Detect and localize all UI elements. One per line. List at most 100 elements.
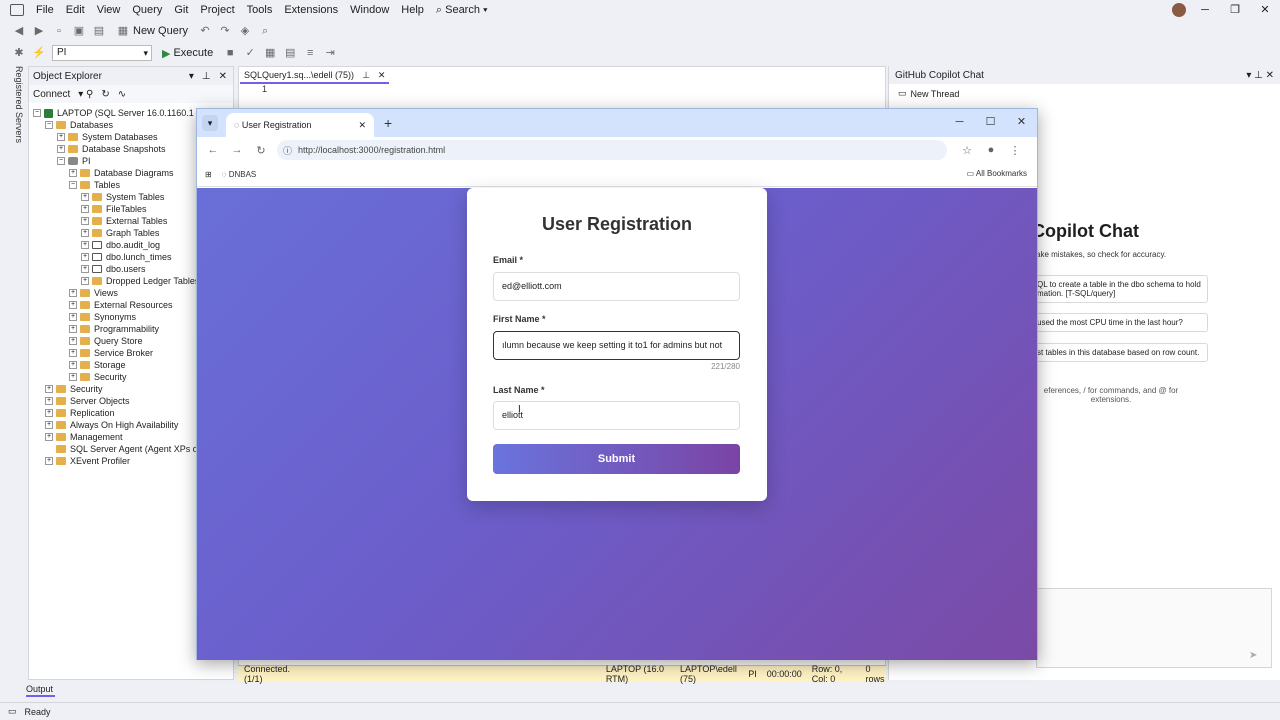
tree-node[interactable]: + Programmability — [69, 323, 159, 335]
expand-icon[interactable]: + — [45, 433, 53, 441]
browser-minimize-icon[interactable]: ─ — [944, 109, 975, 137]
close-tab-icon[interactable]: ✕ — [358, 120, 366, 131]
tree-node[interactable]: + Security — [69, 371, 127, 383]
address-bar[interactable]: ⓘ http://localhost:3000/registration.htm… — [277, 140, 947, 160]
execute-button[interactable]: ▶ Execute — [158, 47, 217, 60]
menu-tools[interactable]: Tools — [241, 0, 279, 20]
expand-icon[interactable]: + — [69, 289, 77, 297]
collapse-icon[interactable]: − — [45, 121, 53, 129]
collapse-icon[interactable]: − — [57, 157, 65, 165]
menu-window[interactable]: Window — [344, 0, 395, 20]
tree-node[interactable]: + External Resources — [69, 299, 173, 311]
menu-project[interactable]: Project — [194, 0, 240, 20]
plan-icon[interactable]: ▦ — [263, 46, 277, 60]
results-grid-icon[interactable]: ▤ — [283, 46, 297, 60]
expand-icon[interactable]: + — [81, 217, 89, 225]
tree-node[interactable]: − Databases — [45, 119, 113, 131]
suggestion-1[interactable]: QL to create a table in the dbo schema t… — [1030, 275, 1208, 303]
tree-node[interactable]: + Always On High Availability — [45, 419, 178, 431]
pin-icon[interactable]: ✱ — [12, 46, 26, 60]
site-info-icon[interactable]: ⓘ — [283, 144, 292, 157]
minimize-icon[interactable]: ─ — [1190, 0, 1220, 20]
submit-button[interactable]: Submit — [493, 444, 740, 474]
output-tab[interactable]: Output — [26, 684, 56, 697]
expand-icon[interactable]: + — [45, 397, 53, 405]
all-bookmarks[interactable]: ▭ All Bookmarks — [967, 169, 1027, 178]
find-icon[interactable]: ⌕ — [258, 24, 272, 38]
expand-icon[interactable]: + — [69, 337, 77, 345]
restore-icon[interactable]: ❐ — [1220, 0, 1250, 20]
menu-search[interactable]: ⌕ Search ▾ — [430, 0, 494, 20]
menu-view[interactable]: View — [91, 0, 127, 20]
expand-icon[interactable]: + — [81, 205, 89, 213]
stop-icon[interactable]: ■ — [223, 46, 237, 60]
expand-icon[interactable]: + — [81, 229, 89, 237]
tree-node[interactable]: + Graph Tables — [81, 227, 159, 239]
new-thread-button[interactable]: ▭ New Thread — [898, 88, 959, 99]
forward-icon[interactable]: ▶ — [32, 24, 46, 38]
menu-help[interactable]: Help — [395, 0, 430, 20]
tree-node[interactable]: + System Tables — [81, 191, 164, 203]
tree-node[interactable]: − PI — [57, 155, 91, 167]
back-icon[interactable]: ◀ — [12, 24, 26, 38]
tree-node[interactable]: + System Databases — [57, 131, 158, 143]
connect-button[interactable]: Connect — [33, 89, 70, 100]
expand-icon[interactable]: + — [69, 325, 77, 333]
suggestion-3[interactable]: st tables in this database based on row … — [1030, 343, 1208, 362]
tree-node[interactable]: + Database Snapshots — [57, 143, 166, 155]
expand-icon[interactable]: + — [45, 457, 53, 465]
save-icon[interactable]: ▣ — [72, 24, 86, 38]
bookmark-dnbas[interactable]: ◌ DNBAS — [222, 170, 257, 179]
comment-icon[interactable]: ≡ — [303, 46, 317, 60]
tree-node[interactable]: + Server Objects — [45, 395, 130, 407]
copilot-chat-input[interactable] — [1036, 588, 1272, 668]
close-panel-icon[interactable]: ✕ — [219, 71, 227, 82]
new-file-icon[interactable]: ▫ — [52, 24, 66, 38]
bookmark-star-icon[interactable]: ☆ — [959, 144, 975, 157]
close-tab-icon[interactable]: ✕ — [378, 70, 386, 81]
tree-node[interactable]: +SQL Server Agent (Agent XPs disable — [45, 443, 221, 455]
expand-icon[interactable]: + — [69, 313, 77, 321]
tree-node[interactable]: + Service Broker — [69, 347, 153, 359]
expand-icon[interactable]: + — [57, 145, 65, 153]
browser-menu-icon[interactable]: ⋮ — [1007, 144, 1023, 157]
tree-node[interactable]: + Synonyms — [69, 311, 136, 323]
tree-node[interactable]: + Database Diagrams — [69, 167, 174, 179]
browser-tab[interactable]: ◌ User Registration ✕ — [226, 113, 374, 137]
activity-icon[interactable]: ∿ — [118, 89, 126, 100]
expand-icon[interactable]: + — [69, 361, 77, 369]
apps-icon[interactable]: ⊞ — [205, 170, 212, 179]
tree-node[interactable]: + Replication — [45, 407, 115, 419]
collapse-icon[interactable]: − — [33, 109, 41, 117]
send-icon[interactable]: ➤ — [1249, 650, 1257, 661]
tree-node[interactable]: + Storage — [69, 359, 126, 371]
dropdown-icon[interactable]: ▾ — [189, 71, 194, 82]
last-name-field[interactable]: elliott — [493, 401, 740, 430]
user-avatar[interactable] — [1172, 3, 1186, 17]
connect-icon[interactable]: ⚡ — [32, 46, 46, 60]
tree-node[interactable]: + FileTables — [81, 203, 147, 215]
menu-git[interactable]: Git — [168, 0, 194, 20]
tree-node[interactable]: + Security — [45, 383, 103, 395]
suggestion-2[interactable]: used the most CPU time in the last hour? — [1030, 313, 1208, 332]
first-name-field[interactable]: ılumn because we keep setting it to1 for… — [493, 331, 740, 360]
tab-search-icon[interactable]: ▾ — [202, 115, 218, 131]
query-editor-tab[interactable]: SQLQuery1.sq...\edell (75)) ⊥ ✕ — [240, 68, 390, 84]
copilot-controls[interactable]: ▾ ⊥ ✕ — [1246, 70, 1274, 81]
tree-node[interactable]: + Query Store — [69, 335, 143, 347]
forward-arrow-icon[interactable]: → — [229, 144, 245, 156]
tree-node[interactable]: + dbo.audit_log — [81, 239, 160, 251]
expand-icon[interactable]: + — [45, 385, 53, 393]
menu-edit[interactable]: Edit — [60, 0, 91, 20]
refresh-icon[interactable]: ↻ — [101, 89, 109, 100]
expand-icon[interactable]: + — [81, 241, 89, 249]
back-arrow-icon[interactable]: ← — [205, 144, 221, 156]
reload-icon[interactable]: ↻ — [253, 144, 269, 157]
browser-maximize-icon[interactable]: ☐ — [975, 109, 1006, 137]
tree-node[interactable]: + Views — [69, 287, 118, 299]
tree-node[interactable]: − Tables — [69, 179, 120, 191]
pin-tab-icon[interactable]: ⊥ — [362, 70, 370, 81]
new-query-button[interactable]: ▦ New Query — [112, 24, 192, 38]
expand-icon[interactable]: + — [69, 349, 77, 357]
tree-node[interactable]: + Management — [45, 431, 123, 443]
